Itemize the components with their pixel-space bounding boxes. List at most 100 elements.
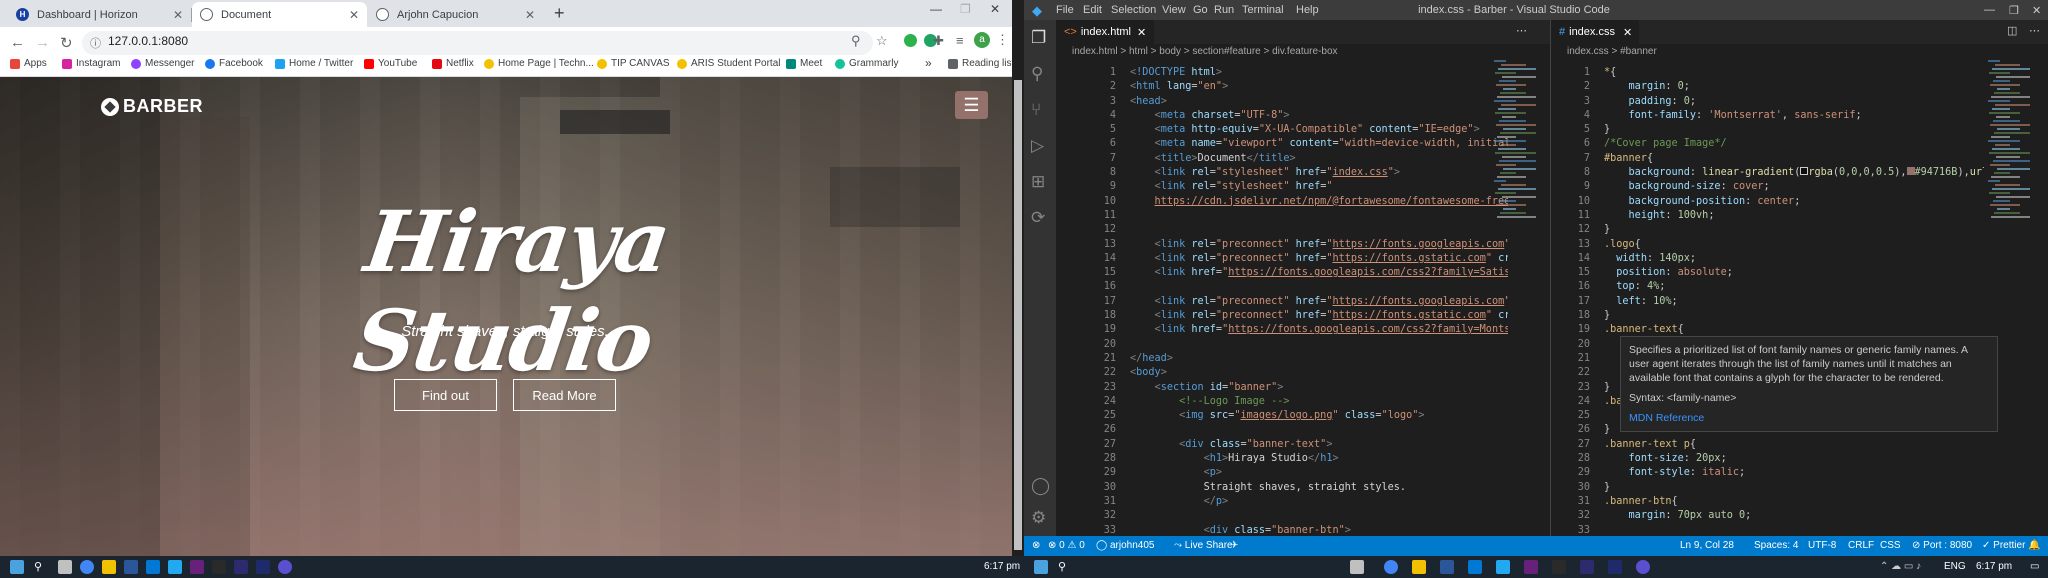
close-window-icon[interactable]: ✕ [990, 2, 1000, 16]
tray-icons[interactable]: ⌃ ☁ ▭ ♪ [1880, 561, 1921, 572]
menu-view[interactable]: View [1162, 4, 1186, 16]
vscode-icon[interactable] [168, 560, 182, 574]
prettier-status[interactable]: ✓ Prettier [1982, 540, 2025, 551]
source-control-icon[interactable]: ⑂ [1031, 100, 1041, 120]
account-icon[interactable]: ◯ [1031, 476, 1050, 496]
edge-icon[interactable] [146, 560, 160, 574]
app-icon[interactable] [1636, 560, 1650, 574]
premiere-icon[interactable] [234, 560, 248, 574]
tab-index-css[interactable]: # index.css ✕ [1551, 20, 1639, 44]
read-more-button[interactable]: Read More [513, 379, 616, 411]
notification-center-icon[interactable]: ▭ [2030, 561, 2039, 572]
browser-tab-arjohn[interactable]: Arjohn Capucion ✕ [368, 2, 543, 27]
close-icon[interactable]: ✕ [349, 8, 359, 22]
url-text[interactable]: 127.0.0.1:8080 [108, 34, 188, 48]
scrollbar-thumb[interactable] [1014, 80, 1022, 550]
puzzle-icon[interactable]: ✚ [933, 33, 944, 49]
search-icon[interactable]: ⚲ [1031, 64, 1043, 84]
run-debug-icon[interactable]: ▷ [1031, 136, 1044, 156]
bookmark-messenger[interactable]: Messenger [131, 58, 194, 69]
cursor-position[interactable]: Ln 9, Col 28 [1680, 540, 1734, 551]
terminal-icon[interactable] [1552, 560, 1566, 574]
browser-tab-document[interactable]: Document ✕ [192, 2, 367, 27]
grammarly-extension-icon[interactable] [904, 34, 917, 47]
menu-edit[interactable]: Edit [1083, 4, 1102, 16]
minimap-left[interactable] [1494, 60, 1544, 290]
bookmark-instagram[interactable]: Instagram [62, 58, 120, 69]
clock-right[interactable]: 6:17 pm [1976, 561, 2012, 572]
search-icon[interactable]: ⚲ [851, 33, 861, 49]
editor-group-divider[interactable] [1550, 20, 1551, 536]
bookmark-aris[interactable]: ARIS Student Portal [677, 58, 781, 69]
find-out-button[interactable]: Find out [394, 379, 497, 411]
windows-start-icon[interactable] [10, 560, 24, 574]
bookmark-twitter[interactable]: Home / Twitter [275, 58, 353, 69]
remote-indicator-icon[interactable]: ⊗ [1032, 540, 1040, 551]
file-explorer-icon[interactable] [102, 560, 116, 574]
minimap-right[interactable] [1988, 60, 2038, 290]
minimize-icon[interactable]: — [930, 2, 942, 16]
close-icon[interactable]: ✕ [173, 8, 183, 22]
menu-run[interactable]: Run [1214, 4, 1234, 16]
app-icon[interactable] [278, 560, 292, 574]
media-icon[interactable]: ≡ [956, 33, 964, 48]
bookmark-apps[interactable]: Apps [10, 58, 47, 69]
close-icon[interactable]: ✕ [1623, 26, 1632, 39]
search-icon[interactable]: ⚲ [1058, 560, 1072, 574]
word-icon[interactable] [124, 560, 138, 574]
barber-logo[interactable]: BARBER [101, 96, 203, 117]
extensions-icon[interactable]: ⊞ [1031, 172, 1045, 192]
tab-index-html[interactable]: <> index.html ✕ [1056, 20, 1154, 44]
close-icon[interactable]: ✕ [1137, 26, 1146, 39]
menu-selection[interactable]: Selection [1111, 4, 1156, 16]
back-icon[interactable]: ← [10, 34, 25, 51]
minimize-icon[interactable]: — [1984, 4, 1995, 16]
html-code[interactable]: <!DOCTYPE html> <html lang="en"> <head> … [1130, 66, 1508, 538]
language-indicator[interactable]: ENG [1944, 561, 1966, 572]
css-code[interactable]: *{ margin: 0; padding: 0; font-family: '… [1604, 66, 1984, 524]
terminal-icon[interactable] [212, 560, 226, 574]
visual-studio-icon[interactable] [1524, 560, 1538, 574]
star-icon[interactable]: ☆ [876, 33, 888, 49]
bookmark-netflix[interactable]: Netflix [432, 58, 474, 69]
notifications-icon[interactable]: 🔔 [2028, 540, 2040, 551]
language-mode[interactable]: CSS [1880, 540, 1901, 551]
hamburger-menu-icon[interactable]: ☰ [955, 91, 988, 119]
bookmark-techn[interactable]: Home Page | Techn... [484, 58, 594, 69]
indentation[interactable]: Spaces: 4 [1754, 540, 1798, 551]
account-status[interactable]: ◯ arjohn405 [1096, 540, 1154, 551]
split-editor-icon[interactable]: ◫ [2007, 24, 2017, 37]
photoshop-icon[interactable] [256, 560, 270, 574]
live-server-port[interactable]: ⊘ Port : 8080 [1912, 540, 1972, 551]
restore-icon[interactable]: ❐ [2009, 4, 2019, 17]
forward-icon[interactable]: → [35, 34, 50, 51]
edge-icon[interactable] [1468, 560, 1482, 574]
photoshop-icon[interactable] [1608, 560, 1622, 574]
premiere-icon[interactable] [1580, 560, 1594, 574]
task-view-icon[interactable] [1350, 560, 1364, 574]
menu-go[interactable]: Go [1193, 4, 1208, 16]
pin-icon[interactable]: ✈ [1230, 540, 1238, 551]
profile-avatar[interactable]: a [974, 32, 990, 48]
browser-scrollbar[interactable] [1012, 0, 1024, 556]
breadcrumb-right[interactable]: index.css > #banner [1567, 46, 1657, 60]
chrome-icon[interactable] [80, 560, 94, 574]
close-icon[interactable]: ✕ [525, 8, 535, 22]
bookmarks-more-icon[interactable]: » [925, 56, 932, 70]
visual-studio-icon[interactable] [190, 560, 204, 574]
mdn-reference-link[interactable]: MDN Reference [1629, 411, 1989, 425]
bookmark-meet[interactable]: Meet [786, 58, 822, 69]
encoding[interactable]: UTF-8 [1808, 540, 1836, 551]
file-explorer-icon[interactable] [1412, 560, 1426, 574]
more-actions-icon[interactable]: ⋯ [1516, 24, 1527, 37]
menu-terminal[interactable]: Terminal [1242, 4, 1284, 16]
new-tab-icon[interactable]: + [554, 3, 565, 24]
bookmark-facebook[interactable]: Facebook [205, 58, 263, 69]
bookmark-youtube[interactable]: YouTube [364, 58, 417, 69]
explorer-icon[interactable]: ❐ [1031, 28, 1046, 48]
menu-dots-icon[interactable]: ⋮ [996, 32, 1009, 48]
bookmark-tip-canvas[interactable]: TIP CANVAS [597, 58, 670, 69]
clock-left[interactable]: 6:17 pm [984, 561, 1020, 572]
menu-help[interactable]: Help [1296, 4, 1319, 16]
word-icon[interactable] [1440, 560, 1454, 574]
